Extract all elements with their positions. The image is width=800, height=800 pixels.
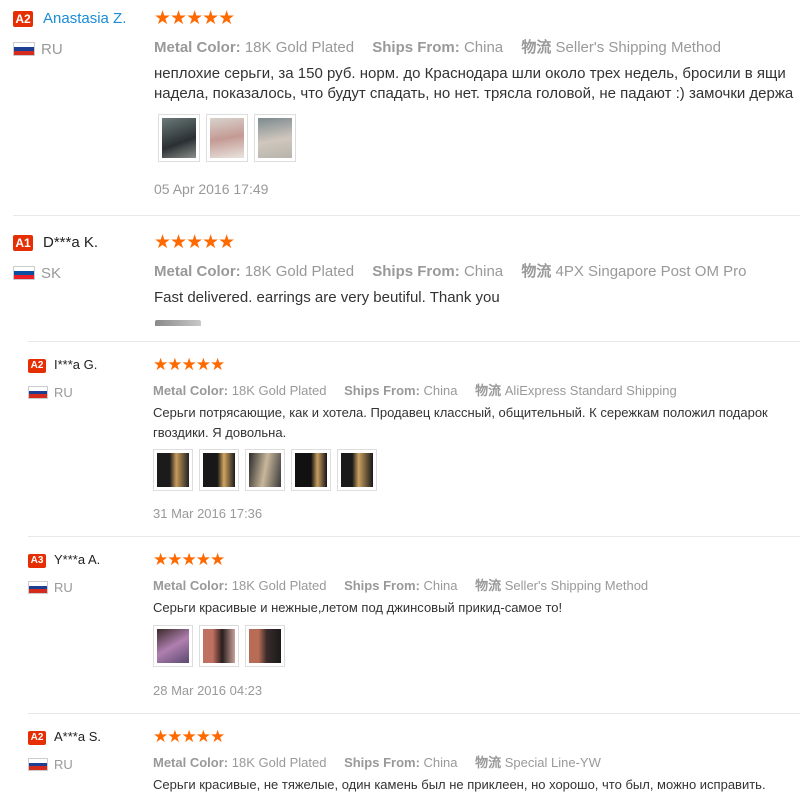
ships-from-value: China xyxy=(423,578,458,593)
review-photo-thumbnail[interactable] xyxy=(153,625,193,667)
metal-color-label: Metal Color: xyxy=(154,39,241,56)
shipping-method-value: Seller's Shipping Method xyxy=(504,578,649,593)
review-divider xyxy=(28,341,800,342)
review-date: 28 Mar 2016 04:23 xyxy=(153,683,263,698)
reviewer-country: RU xyxy=(41,41,63,58)
shipping-method-value: 4PX Singapore Post OM Pro xyxy=(555,263,747,280)
review-photo-thumbnail[interactable] xyxy=(291,449,331,491)
metal-color-value: 18K Gold Plated xyxy=(231,755,327,770)
metal-color-value: 18K Gold Plated xyxy=(244,263,355,280)
review-text-line: Серьги красивые, не тяжелые, один камень… xyxy=(153,777,766,792)
russia-flag-icon xyxy=(28,758,48,771)
logistics-label: 物流 xyxy=(521,263,552,280)
reviewer-name[interactable]: Anastasia Z. xyxy=(43,10,126,27)
review-text-line: неплохие серьги, за 150 руб. норм. до Кр… xyxy=(154,65,786,82)
reviewer-country: RU xyxy=(54,580,73,595)
rating-stars: ★★★★★ xyxy=(154,8,235,29)
metal-color-value: 18K Gold Plated xyxy=(231,578,327,593)
order-info: Metal Color: 18K Gold Plated Ships From:… xyxy=(153,380,677,399)
logistics-label: 物流 xyxy=(475,755,502,770)
shipping-method-value: Seller's Shipping Method xyxy=(555,39,721,56)
review-photo-thumbnail[interactable] xyxy=(206,114,248,162)
logistics-label: 物流 xyxy=(475,578,502,593)
review-text: неплохие серьги, за 150 руб. норм. до Кр… xyxy=(154,64,800,104)
reviewer-country: RU xyxy=(54,385,73,400)
metal-color-label: Metal Color: xyxy=(154,263,241,280)
order-info: Metal Color: 18K Gold Plated Ships From:… xyxy=(153,752,601,771)
rating-stars: ★★★★★ xyxy=(153,355,225,374)
ships-from-label: Ships From: xyxy=(344,755,420,770)
metal-color-label: Metal Color: xyxy=(153,578,229,593)
review-text: Серьги потрясающие, как и хотела. Продав… xyxy=(153,403,800,443)
review-photo-thumbnail[interactable] xyxy=(245,625,285,667)
review-divider xyxy=(28,713,800,714)
review-text-line: надела, показалось, что будут спадать, н… xyxy=(154,85,794,102)
ships-from-value: China xyxy=(463,39,504,56)
slovakia-flag-icon xyxy=(13,266,35,280)
buyer-level-badge: A2 xyxy=(13,11,33,27)
review-divider xyxy=(28,536,800,537)
review-photo-thumbnail[interactable] xyxy=(337,449,377,491)
buyer-level-badge: A2 xyxy=(28,359,46,373)
ships-from-value: China xyxy=(463,263,504,280)
review-photo-thumbnail[interactable] xyxy=(199,625,239,667)
reviewer-name[interactable]: A***a S. xyxy=(54,729,101,744)
logistics-label: 物流 xyxy=(475,383,502,398)
review-text: Серьги красивые, не тяжелые, один камень… xyxy=(153,775,800,800)
review-text: Fast delivered. earrings are very beutif… xyxy=(154,288,800,308)
review-text: Серьги красивые и нежные,летом под джинс… xyxy=(153,598,800,618)
metal-color-value: 18K Gold Plated xyxy=(244,39,355,56)
reviewer-name[interactable]: D***a K. xyxy=(43,234,98,251)
review-text-line: Fast delivered. earrings are very beutif… xyxy=(154,289,500,306)
buyer-level-badge: A1 xyxy=(13,235,33,251)
review-photo-thumbnail[interactable] xyxy=(199,449,239,491)
review-photos xyxy=(158,114,302,162)
metal-color-value: 18K Gold Plated xyxy=(231,383,327,398)
review-photo-thumbnail[interactable] xyxy=(254,114,296,162)
review-date: 31 Mar 2016 17:36 xyxy=(153,506,263,521)
review-photos xyxy=(153,449,383,491)
review-photo-thumbnail[interactable] xyxy=(153,449,193,491)
review-text-line: гвоздики. Я довольна. xyxy=(153,425,287,440)
shipping-method-value: AliExpress Standard Shipping xyxy=(504,383,677,398)
ships-from-label: Ships From: xyxy=(344,578,420,593)
review-photo-thumbnail[interactable] xyxy=(155,320,201,326)
russia-flag-icon xyxy=(28,581,48,594)
review-divider xyxy=(13,215,800,216)
ships-from-label: Ships From: xyxy=(372,263,460,280)
review-photo-thumbnail[interactable] xyxy=(158,114,200,162)
review-date: 05 Apr 2016 17:49 xyxy=(154,181,269,197)
order-info: Metal Color: 18K Gold Plated Ships From:… xyxy=(154,260,746,281)
metal-color-label: Metal Color: xyxy=(153,755,229,770)
rating-stars: ★★★★★ xyxy=(153,727,225,746)
reviewer-name[interactable]: I***a G. xyxy=(54,357,97,372)
review-text-line: Серьги потрясающие, как и хотела. Продав… xyxy=(153,405,768,420)
order-info: Metal Color: 18K Gold Plated Ships From:… xyxy=(153,575,648,594)
logistics-label: 物流 xyxy=(521,39,552,56)
ships-from-label: Ships From: xyxy=(372,39,460,56)
reviewer-country: SK xyxy=(41,265,62,282)
reviewer-name[interactable]: Y***a A. xyxy=(54,552,100,567)
ships-from-value: China xyxy=(423,383,458,398)
order-info: Metal Color: 18K Gold Plated Ships From:… xyxy=(154,36,721,57)
russia-flag-icon xyxy=(13,42,35,56)
buyer-level-badge: A2 xyxy=(28,731,46,745)
review-text-line: Серьги красивые и нежные,летом под джинс… xyxy=(153,600,563,615)
rating-stars: ★★★★★ xyxy=(154,232,235,253)
rating-stars: ★★★★★ xyxy=(153,550,225,569)
review-photos xyxy=(153,625,291,667)
metal-color-label: Metal Color: xyxy=(153,383,229,398)
shipping-method-value: Special Line-YW xyxy=(504,755,601,770)
ships-from-label: Ships From: xyxy=(344,383,420,398)
reviewer-country: RU xyxy=(54,757,73,772)
review-photo-thumbnail[interactable] xyxy=(245,449,285,491)
buyer-level-badge: A3 xyxy=(28,554,46,568)
ships-from-value: China xyxy=(423,755,458,770)
russia-flag-icon xyxy=(28,386,48,399)
